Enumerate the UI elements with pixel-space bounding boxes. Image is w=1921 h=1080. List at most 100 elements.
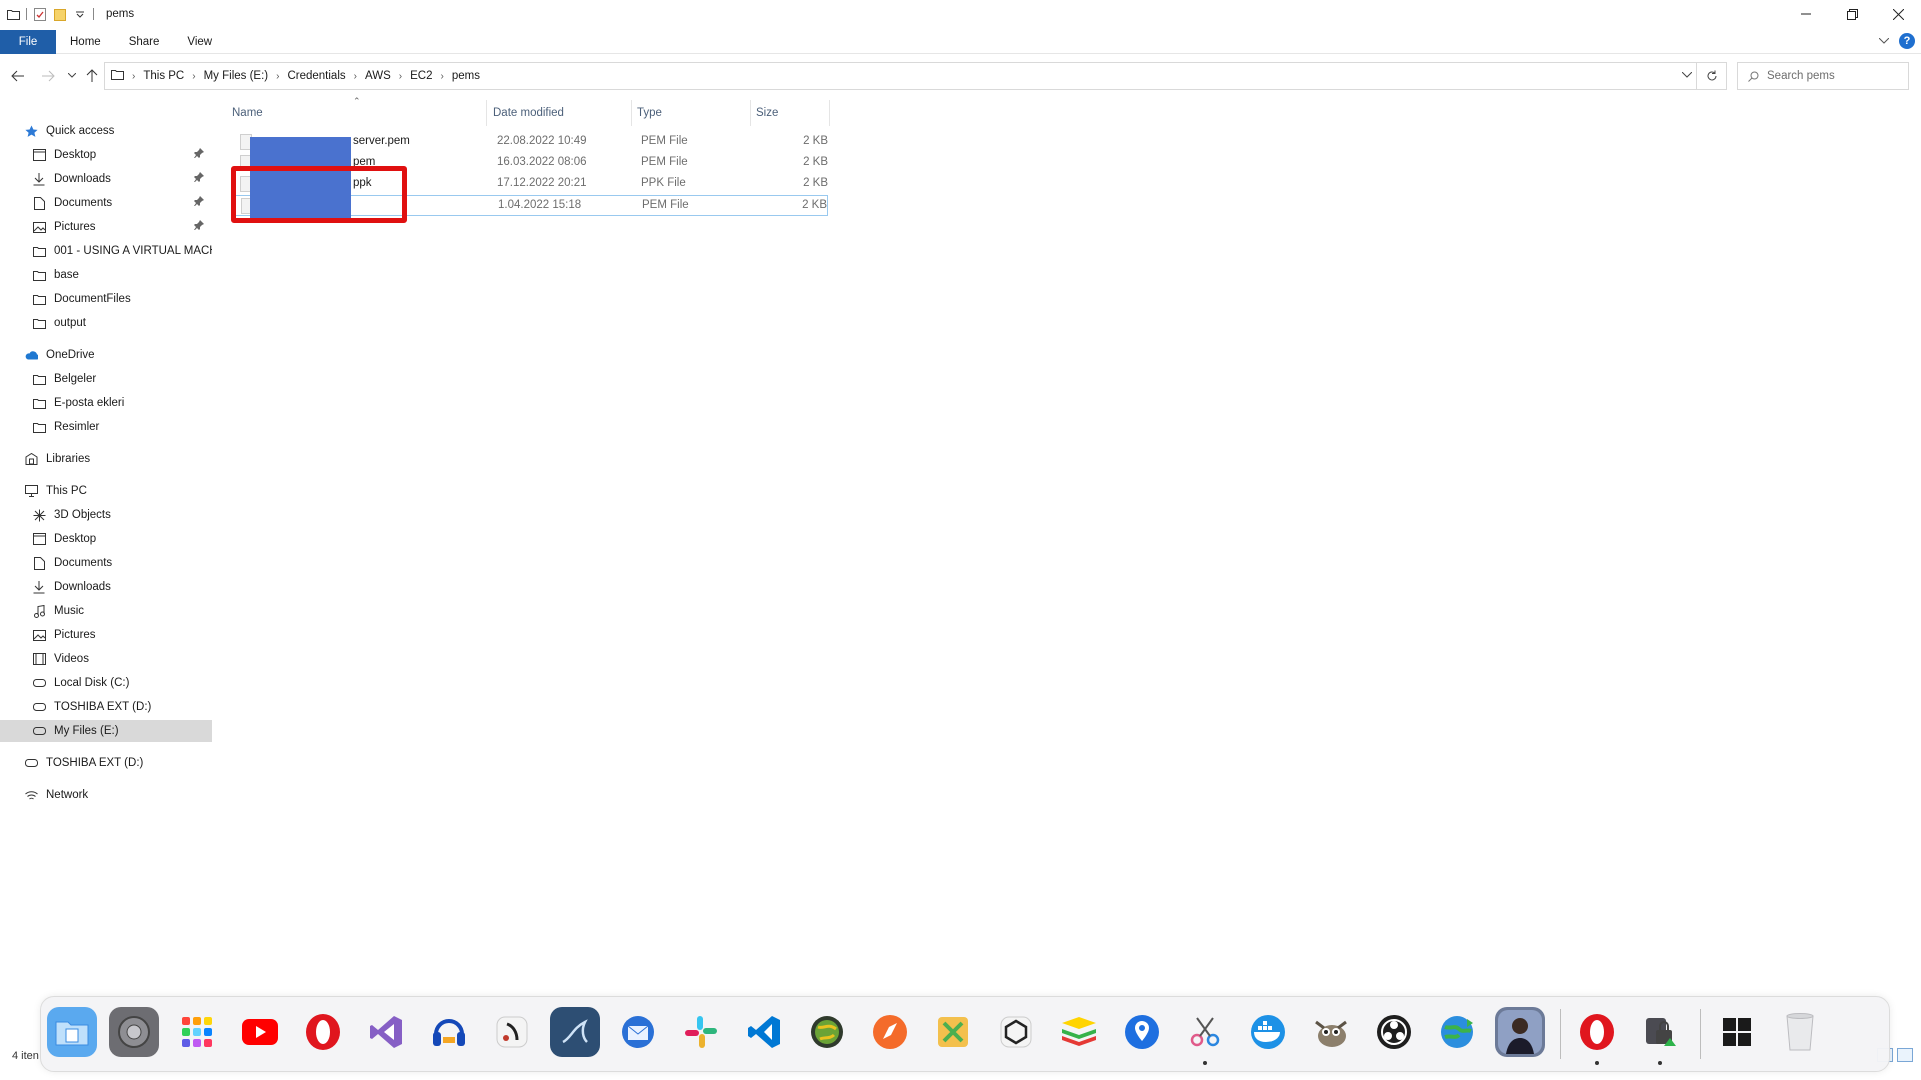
sidebar-item-using-a-virtual-mach[interactable]: 001 - USING A VIRTUAL MACH [32, 240, 212, 262]
visual-studio-icon[interactable] [361, 1007, 411, 1057]
sidebar-item-pc-downloads[interactable]: Downloads [32, 576, 212, 598]
column-header-size[interactable]: Size [756, 100, 826, 126]
address-dropdown-icon[interactable] [1681, 69, 1693, 81]
restore-button[interactable] [1829, 0, 1875, 28]
mysql-workbench-icon[interactable] [550, 1007, 600, 1057]
sidebar-item-onedrive[interactable]: OneDrive [24, 344, 212, 366]
sidebar-item-videos[interactable]: Videos [32, 648, 212, 670]
settings-app-icon[interactable] [109, 1007, 159, 1057]
sidebar-item-libraries[interactable]: Libraries [24, 448, 212, 470]
large-icons-view-icon[interactable] [1897, 1048, 1913, 1062]
sidebar-item-base[interactable]: base [32, 264, 212, 286]
opera-icon[interactable] [298, 1007, 348, 1057]
column-header-name[interactable]: Name [232, 100, 487, 126]
properties-icon[interactable] [33, 7, 47, 21]
docker-icon[interactable] [1243, 1007, 1293, 1057]
snip-tool-icon[interactable] [1180, 1007, 1230, 1057]
expand-ribbon-icon[interactable] [1878, 35, 1890, 47]
sidebar-item-my-files-e[interactable]: My Files (E:) [0, 720, 212, 742]
sidebar-item-resimler[interactable]: Resimler [32, 416, 212, 438]
column-divider[interactable] [631, 100, 632, 126]
globe-app-icon[interactable] [802, 1007, 852, 1057]
sidebar-item-pc-pictures[interactable]: Pictures [32, 624, 212, 646]
dock-divider [1560, 1009, 1561, 1059]
sidebar-item-e-posta-ekleri[interactable]: E-posta ekleri [32, 392, 212, 414]
close-button[interactable] [1875, 0, 1921, 28]
sidebar-item-music[interactable]: Music [32, 600, 212, 622]
sidebar-item-output[interactable]: output [32, 312, 212, 334]
pin-icon[interactable] [194, 148, 204, 161]
sidebar-item-3d-objects[interactable]: 3D Objects [32, 504, 212, 526]
sidebar-item-pictures[interactable]: Pictures [32, 216, 212, 238]
file-date: 17.12.2022 20:21 [497, 177, 587, 189]
trash-icon[interactable] [1775, 1007, 1825, 1057]
sidebar-item-downloads[interactable]: Downloads [32, 168, 212, 190]
compass-app-icon[interactable] [865, 1007, 915, 1057]
back-icon[interactable] [10, 68, 26, 84]
sidebar-item-pc-documents[interactable]: Documents [32, 552, 212, 574]
sidebar-item-toshiba-root[interactable]: TOSHIBA EXT (D:) [24, 752, 212, 774]
lock-tool-icon[interactable] [1635, 1007, 1685, 1057]
column-header-type[interactable]: Type [637, 100, 747, 126]
pin-icon[interactable] [194, 220, 204, 233]
obs-icon[interactable] [1369, 1007, 1419, 1057]
forward-icon[interactable] [40, 68, 56, 84]
breadcrumb-aws[interactable]: AWS [365, 70, 391, 82]
sidebar-item-network[interactable]: Network [24, 784, 212, 806]
windows-icon[interactable] [1712, 1007, 1762, 1057]
sidebar-item-label: Desktop [54, 149, 97, 161]
minimize-button[interactable] [1783, 0, 1829, 28]
tab-home[interactable]: Home [56, 30, 115, 54]
window-controls [1783, 0, 1921, 28]
column-divider[interactable] [829, 100, 830, 126]
tab-file[interactable]: File [0, 29, 56, 54]
column-divider[interactable] [750, 100, 751, 126]
avatar-app-icon[interactable] [1495, 1007, 1545, 1057]
breadcrumb-ec2[interactable]: EC2 [410, 70, 432, 82]
pin-icon[interactable] [194, 172, 204, 185]
opera-browser-icon[interactable] [1572, 1007, 1622, 1057]
search-input[interactable]: Search pems [1737, 62, 1909, 90]
vscode-icon[interactable] [739, 1007, 789, 1057]
sidebar-item-documents[interactable]: Documents [32, 192, 212, 214]
gimp-icon[interactable] [1306, 1007, 1356, 1057]
files-app-icon[interactable] [47, 1007, 97, 1057]
recent-locations-chevron-icon[interactable] [64, 68, 80, 84]
breadcrumb-pems[interactable]: pems [452, 70, 480, 82]
sidebar-item-pc-desktop[interactable]: Desktop [32, 528, 212, 550]
stack-app-icon[interactable] [1054, 1007, 1104, 1057]
new-folder-icon[interactable] [53, 7, 67, 21]
photo-tool-icon[interactable] [928, 1007, 978, 1057]
column-header-label: Size [756, 107, 779, 119]
sidebar-item-this-pc[interactable]: This PC [24, 480, 212, 502]
help-icon[interactable]: ? [1899, 33, 1915, 49]
address-bar[interactable]: › This PC › My Files (E:) › Credentials … [104, 62, 1697, 90]
youtube-icon[interactable] [235, 1007, 285, 1057]
thunderbird-icon[interactable] [613, 1007, 663, 1057]
notes-app-icon[interactable] [487, 1007, 537, 1057]
slack-icon[interactable] [676, 1007, 726, 1057]
audacity-icon[interactable] [424, 1007, 474, 1057]
chevron-down-icon[interactable] [73, 7, 87, 21]
breadcrumb-my-files[interactable]: My Files (E:) [204, 70, 269, 82]
launchpad-icon[interactable] [172, 1007, 222, 1057]
network-globe-icon[interactable] [1432, 1007, 1482, 1057]
sidebar-item-local-disk-c[interactable]: Local Disk (C:) [32, 672, 212, 694]
pin-icon[interactable] [194, 196, 204, 209]
sidebar-item-documentfiles[interactable]: DocumentFiles [32, 288, 212, 310]
sidebar-item-toshiba-ext-d[interactable]: TOSHIBA EXT (D:) [32, 696, 212, 718]
sidebar-item-quick-access[interactable]: Quick access [24, 120, 212, 142]
breadcrumb-this-pc[interactable]: This PC [143, 70, 184, 82]
unity-icon[interactable] [991, 1007, 1041, 1057]
tab-view[interactable]: View [173, 30, 226, 54]
3d-objects-icon [32, 508, 46, 522]
breadcrumb-credentials[interactable]: Credentials [287, 70, 345, 82]
column-header-date-modified[interactable]: Date modified [493, 100, 638, 126]
refresh-button[interactable] [1697, 62, 1727, 90]
up-icon[interactable] [84, 68, 100, 84]
sidebar-item-desktop[interactable]: Desktop [32, 144, 212, 166]
column-divider[interactable] [486, 100, 487, 126]
maps-pin-icon[interactable] [1117, 1007, 1167, 1057]
tab-share[interactable]: Share [115, 30, 174, 54]
sidebar-item-belgeler[interactable]: Belgeler [32, 368, 212, 390]
